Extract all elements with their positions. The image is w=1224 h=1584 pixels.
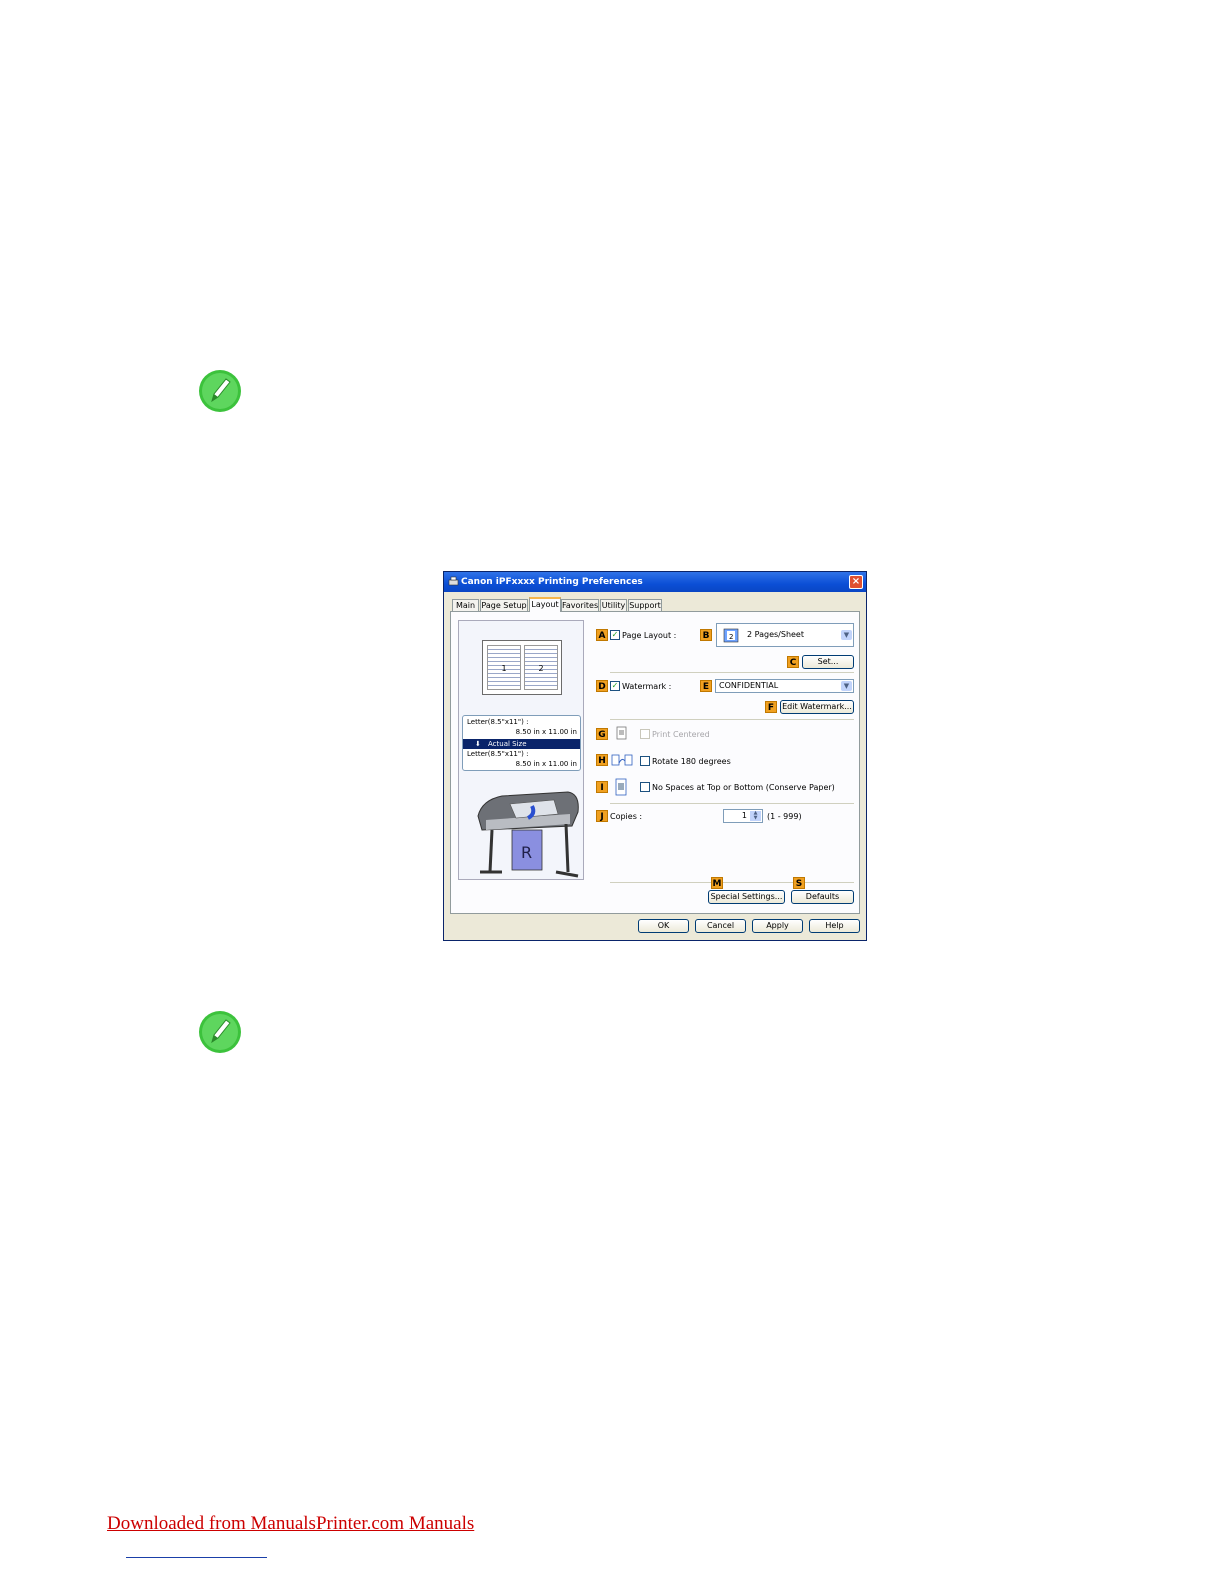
layout-thumbnail: 1 2 [482,640,562,695]
print-centered-label: Print Centered [652,730,710,739]
tab-utility[interactable]: Utility [600,599,627,611]
tab-support[interactable]: Support [628,599,662,611]
watermark-select[interactable]: CONFIDENTIAL ▼ [715,679,854,693]
tab-favorites[interactable]: Favorites [561,599,599,611]
separator [610,803,854,804]
note-pencil-icon [199,1011,241,1053]
spin-arrows-icon[interactable]: ▲ ▼ [750,811,761,821]
rotate-label: Rotate 180 degrees [652,757,731,766]
footer-rule [126,1557,267,1558]
apply-button[interactable]: Apply [752,919,803,933]
defaults-button[interactable]: Defaults [791,890,854,904]
print-centered-checkbox[interactable] [640,729,650,739]
callout-b: B [700,629,712,641]
callout-f: F [765,701,777,713]
printing-preferences-dialog: Canon iPFxxxx Printing Preferences × Mai… [443,571,867,941]
callout-j: J [596,810,608,822]
printer-icon [448,576,459,586]
rotate-icon [611,754,633,766]
rotate-checkbox[interactable] [640,756,650,766]
copies-value: 1 [741,811,747,820]
print-centered-icon [616,726,627,740]
watermark-checkbox[interactable]: ✓ [610,681,620,691]
separator [610,719,854,720]
special-settings-button[interactable]: Special Settings... [708,890,785,904]
callout-g: G [596,728,608,740]
callout-h: H [596,754,608,766]
output-paper-size: 8.50 in x 11.00 in [515,760,577,768]
svg-text:R: R [521,843,532,862]
callout-c: C [787,656,799,668]
dialog-title: Canon iPFxxxx Printing Preferences [461,577,643,587]
svg-text:2: 2 [729,633,733,641]
input-paper-size: 8.50 in x 11.00 in [515,728,577,736]
set-button[interactable]: Set... [802,655,854,669]
watermark-label: Watermark : [622,682,672,691]
scaling-highlight: ⬇ Actual Size [463,739,580,749]
note-pencil-icon [199,370,241,412]
help-button[interactable]: Help [809,919,860,933]
mini-page: 2 [524,645,558,690]
chevron-down-icon[interactable]: ▼ [841,681,852,691]
callout-m: M [711,877,723,889]
cancel-button[interactable]: Cancel [695,919,746,933]
chevron-down-icon[interactable]: ▼ [841,630,852,640]
paper-info-box: Letter(8.5"x11") : 8.50 in x 11.00 in ⬇ … [462,715,581,771]
footer-download-link[interactable]: Downloaded from ManualsPrinter.com Manua… [107,1513,474,1535]
callout-s: S [793,877,805,889]
callout-e: E [700,680,712,692]
conserve-paper-icon [615,778,627,796]
copies-label: Copies : [610,812,643,821]
down-arrow-icon: ⬇ [475,740,481,748]
separator [610,882,854,883]
mini-page-number: 2 [538,664,544,673]
input-paper-label: Letter(8.5"x11") : [467,718,529,726]
no-spaces-checkbox[interactable] [640,782,650,792]
output-paper-label: Letter(8.5"x11") : [467,750,529,758]
printer-illustration-icon: R [477,791,579,878]
edit-watermark-button[interactable]: Edit Watermark... [780,700,854,714]
scaling-label: Actual Size [488,740,527,748]
page-layout-label: Page Layout : [622,631,677,640]
page-layout-value: 2 Pages/Sheet [747,630,804,639]
watermark-value: CONFIDENTIAL [719,681,779,690]
tab-main[interactable]: Main [452,599,479,611]
page-layout-select[interactable]: 2 Pages/Sheet 2 ▼ [716,623,854,647]
page-layout-checkbox[interactable]: ✓ [610,630,620,640]
close-button[interactable]: × [849,575,863,589]
tab-page-setup[interactable]: Page Setup [480,599,528,611]
ok-button[interactable]: OK [638,919,689,933]
mini-page: 1 [487,645,521,690]
two-pages-icon: 2 [723,628,739,643]
tab-layout[interactable]: Layout [529,597,561,612]
no-spaces-label: No Spaces at Top or Bottom (Conserve Pap… [652,783,835,792]
callout-i: I [596,781,608,793]
callout-a: A [596,629,608,641]
callout-d: D [596,680,608,692]
separator [610,672,854,673]
mini-page-number: 1 [501,664,507,673]
copies-stepper[interactable]: 1 ▲ ▼ [723,809,763,823]
dialog-titlebar[interactable]: Canon iPFxxxx Printing Preferences × [444,572,866,592]
copies-range: (1 - 999) [767,812,802,821]
